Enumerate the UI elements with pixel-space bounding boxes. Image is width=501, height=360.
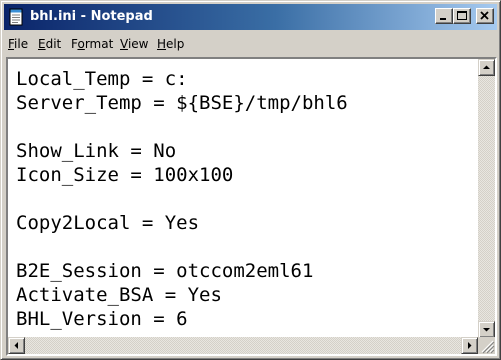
notepad-window: bhl.ini - Notepad File Edit Format View … [0,0,501,360]
menu-help-label: elp [166,37,185,51]
notepad-icon[interactable] [8,8,25,26]
maximize-button[interactable] [453,8,471,24]
resize-grip-icon [481,340,495,354]
menu-file-label: ile [14,37,29,51]
menu-edit-label: dit [45,37,62,51]
menu-format-label: rmat [84,37,114,51]
text-editor[interactable]: Local_Temp = c: Server_Temp = ${BSE}/tmp… [8,59,478,338]
text-line: B2E_Session = otccom2eml61 [16,260,314,282]
arrow-right-icon [468,342,472,349]
title-bar[interactable]: bhl.ini - Notepad [4,4,497,30]
minimize-icon [440,18,446,20]
horizontal-scrollbar[interactable] [8,337,478,354]
menu-help[interactable]: Help [157,34,184,54]
arrow-left-icon [14,342,18,349]
scroll-left-button[interactable] [8,337,25,354]
text-line: Copy2Local = Yes [16,212,200,234]
menu-view[interactable]: View [120,34,148,54]
menu-edit[interactable]: Edit [38,34,61,54]
close-icon [480,11,489,20]
vertical-scrollbar[interactable] [478,59,495,338]
window-title: bhl.ini - Notepad [30,9,153,24]
menu-view-mnemonic: V [120,37,128,51]
scroll-down-button[interactable] [478,321,495,338]
arrow-up-icon [483,65,490,69]
menu-file[interactable]: File [8,34,28,54]
editor-frame: Local_Temp = c: Server_Temp = ${BSE}/tmp… [6,57,497,356]
menu-bar: File Edit Format View Help [4,34,497,54]
menu-help-mnemonic: H [157,37,167,51]
text-line: Activate_BSA = Yes [16,284,222,306]
minimize-button[interactable] [435,8,453,24]
scroll-right-button[interactable] [461,337,478,354]
maximize-icon [457,11,467,20]
text-line: Local_Temp = c: [16,68,188,90]
text-line: Server_Temp = ${BSE}/tmp/bhl6 [16,92,348,114]
arrow-down-icon [483,328,490,332]
scroll-up-button[interactable] [478,59,495,76]
menu-edit-mnemonic: E [38,37,46,51]
text-line: Icon_Size = 100x100 [16,164,234,186]
menu-format[interactable]: Format [71,34,113,54]
text-line: Show_Link = No [16,140,177,162]
text-line: BHL_Version = 6 [16,308,188,330]
close-button[interactable] [476,8,494,24]
size-grip[interactable] [478,337,495,354]
menu-view-label: iew [127,37,149,51]
menu-format-mnemonic: o [77,37,85,51]
